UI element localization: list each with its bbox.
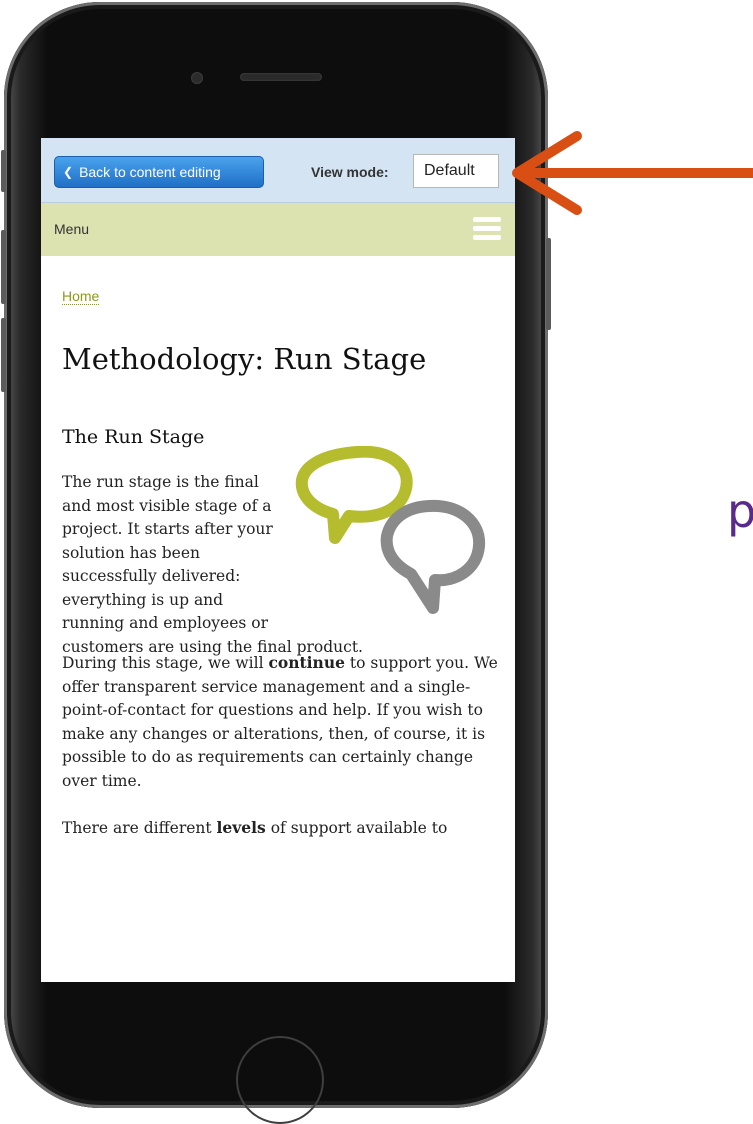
volume-down-button	[1, 318, 6, 392]
page-title: Methodology: Run Stage	[62, 342, 427, 376]
section-title: The Run Stage	[62, 426, 205, 448]
mute-switch	[1, 150, 6, 192]
preview-toolbar: ❮ Back to content editing View mode: Def…	[41, 138, 515, 203]
paragraph-1: The run stage is the final and most visi…	[62, 446, 502, 659]
menu-label: Menu	[54, 221, 90, 237]
view-mode-value: Default	[424, 162, 475, 179]
paragraph-2-bold: continue	[268, 653, 345, 672]
hamburger-icon[interactable]	[473, 217, 501, 241]
speech-bubbles-icon	[295, 446, 486, 614]
paragraph-2: During this stage, we will continue to s…	[62, 651, 502, 793]
arrow-left-icon	[512, 131, 753, 215]
back-button-label: Back to content editing	[79, 164, 221, 180]
chevron-left-icon: ❮	[63, 165, 74, 179]
breadcrumb-home-link[interactable]: Home	[62, 288, 100, 305]
paragraph-2-text-start: During this stage, we will	[62, 654, 269, 672]
menu-bar[interactable]: Menu	[41, 203, 515, 256]
view-mode-select[interactable]: Default	[413, 154, 499, 188]
paragraph-2-text-end: to support you. We offer transparent ser…	[62, 654, 498, 790]
paragraph-3-text-start: There are different	[62, 819, 217, 837]
paragraph-3-text-end: of support available to	[265, 819, 448, 837]
home-button[interactable]	[236, 1036, 324, 1124]
phone-screen: ❮ Back to content editing View mode: Def…	[41, 138, 515, 982]
paragraph-3: There are different levels of support av…	[62, 816, 502, 841]
front-camera	[191, 72, 203, 84]
earpiece-speaker	[240, 73, 322, 81]
paragraph-3-bold: levels	[216, 818, 266, 837]
view-mode-label: View mode:	[311, 164, 389, 180]
power-button	[546, 238, 551, 330]
side-text-fragment: p	[727, 484, 753, 538]
volume-up-button	[1, 230, 6, 304]
back-to-content-editing-button[interactable]: ❮ Back to content editing	[54, 156, 264, 188]
